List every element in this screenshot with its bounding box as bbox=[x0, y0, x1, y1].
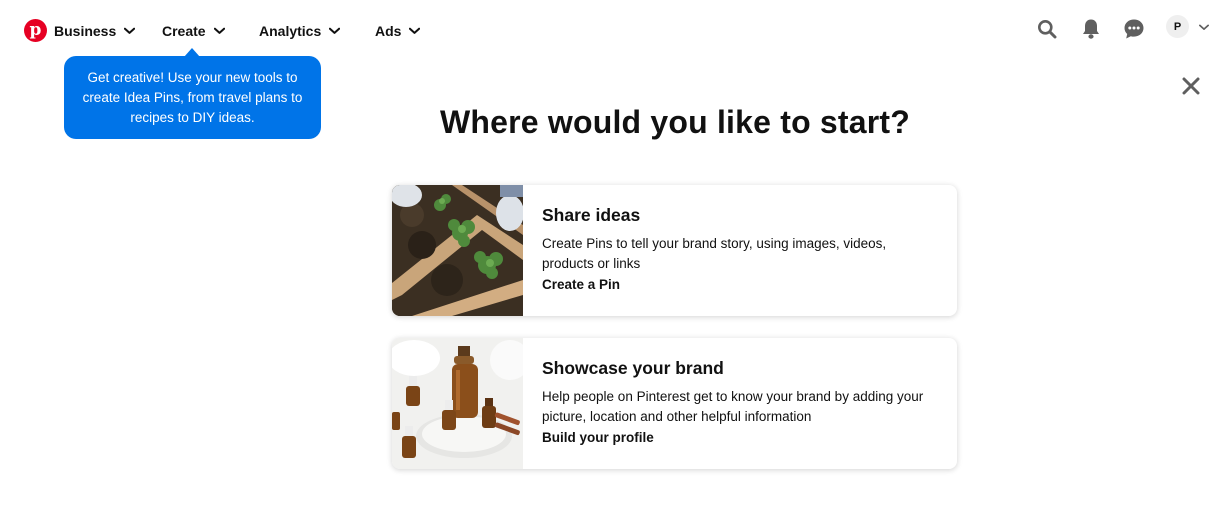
chevron-down-icon bbox=[124, 26, 136, 37]
card-description: Create Pins to tell your brand story, us… bbox=[542, 236, 887, 271]
bell-icon[interactable] bbox=[1079, 17, 1103, 41]
showcase-brand-content: Showcase your brand Help people on Pinte… bbox=[523, 338, 950, 469]
nav-business-menu[interactable]: Business bbox=[54, 20, 136, 42]
chevron-down-icon bbox=[329, 26, 341, 37]
showcase-brand-card[interactable]: Showcase your brand Help people on Pinte… bbox=[392, 338, 957, 469]
close-icon[interactable] bbox=[1180, 75, 1202, 97]
avatar[interactable]: P bbox=[1166, 15, 1189, 38]
nav-create-menu[interactable]: Create bbox=[162, 20, 225, 42]
chevron-down-icon bbox=[409, 26, 421, 37]
account-chevron-down-icon[interactable] bbox=[1199, 22, 1209, 32]
search-icon[interactable] bbox=[1035, 17, 1059, 41]
chat-bubble-icon[interactable] bbox=[1122, 17, 1146, 41]
nav-business-label: Business bbox=[54, 23, 117, 39]
nav-create-label: Create bbox=[162, 23, 206, 39]
chevron-down-icon bbox=[213, 26, 225, 37]
nav-analytics-menu[interactable]: Analytics bbox=[259, 20, 341, 42]
nav-analytics-label: Analytics bbox=[259, 23, 322, 39]
nav-ads-label: Ads bbox=[375, 23, 402, 39]
garden-image bbox=[392, 185, 523, 316]
build-your-profile-link[interactable]: Build your profile bbox=[542, 430, 932, 445]
share-ideas-card[interactable]: Share ideas Create Pins to tell your bra… bbox=[392, 185, 957, 316]
create-a-pin-link[interactable]: Create a Pin bbox=[542, 277, 932, 292]
pinterest-logo-icon[interactable]: p bbox=[24, 19, 47, 42]
card-description: Help people on Pinterest get to know you… bbox=[542, 389, 924, 424]
avatar-initial: P bbox=[1173, 20, 1182, 33]
bottles-image bbox=[392, 338, 523, 469]
card-title: Showcase your brand bbox=[542, 358, 724, 378]
share-ideas-content: Share ideas Create Pins to tell your bra… bbox=[523, 185, 950, 316]
nav-ads-menu[interactable]: Ads bbox=[375, 20, 421, 42]
card-title: Share ideas bbox=[542, 205, 641, 225]
page-title: Where would you like to start? bbox=[439, 104, 911, 140]
